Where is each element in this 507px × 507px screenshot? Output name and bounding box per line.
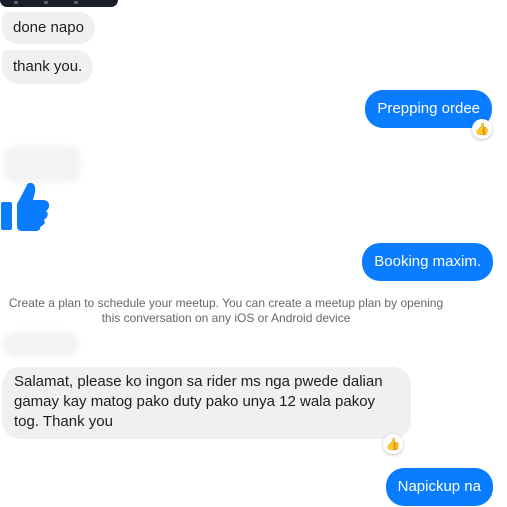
media-thumbnail[interactable] xyxy=(0,0,118,7)
reaction-thumbs-up-icon[interactable]: 👍 xyxy=(472,119,492,139)
thumbs-up-icon xyxy=(1,182,50,231)
message-bubble-sent[interactable]: Booking maxim. xyxy=(362,243,493,281)
message-text-line: Salamat, please ko ingon sa rider ms nga… xyxy=(14,373,383,390)
message-bubble-received[interactable]: done napo xyxy=(2,12,95,44)
reaction-thumbs-up-icon[interactable]: 👍 xyxy=(383,434,403,454)
sender-name xyxy=(3,332,79,356)
message-text: Booking maxim. xyxy=(374,253,481,270)
message-text: done napo xyxy=(13,19,84,36)
like-sticker[interactable] xyxy=(0,180,50,232)
message-bubble-received[interactable]: thank you. xyxy=(2,50,94,84)
message-text: thank you. xyxy=(13,58,83,75)
meetup-plan-notice: Create a plan to schedule your meetup. Y… xyxy=(0,296,452,326)
message-text-line: tog. Thank you xyxy=(14,413,113,430)
message-text: Napickup na xyxy=(397,478,481,495)
notice-line: Create a plan to schedule your meetup. Y… xyxy=(8,296,444,310)
message-text-line: gamay kay matog pako duty pako unya 12 w… xyxy=(14,393,376,410)
message-bubble-received[interactable]: Salamat, please ko ingon sa rider ms nga… xyxy=(2,367,411,439)
message-bubble-sent[interactable]: Napickup na xyxy=(385,468,493,506)
sender-avatar xyxy=(3,146,81,182)
message-text: Prepping ordee xyxy=(377,100,480,117)
notice-line: this conversation on any iOS or Android … xyxy=(101,311,351,325)
